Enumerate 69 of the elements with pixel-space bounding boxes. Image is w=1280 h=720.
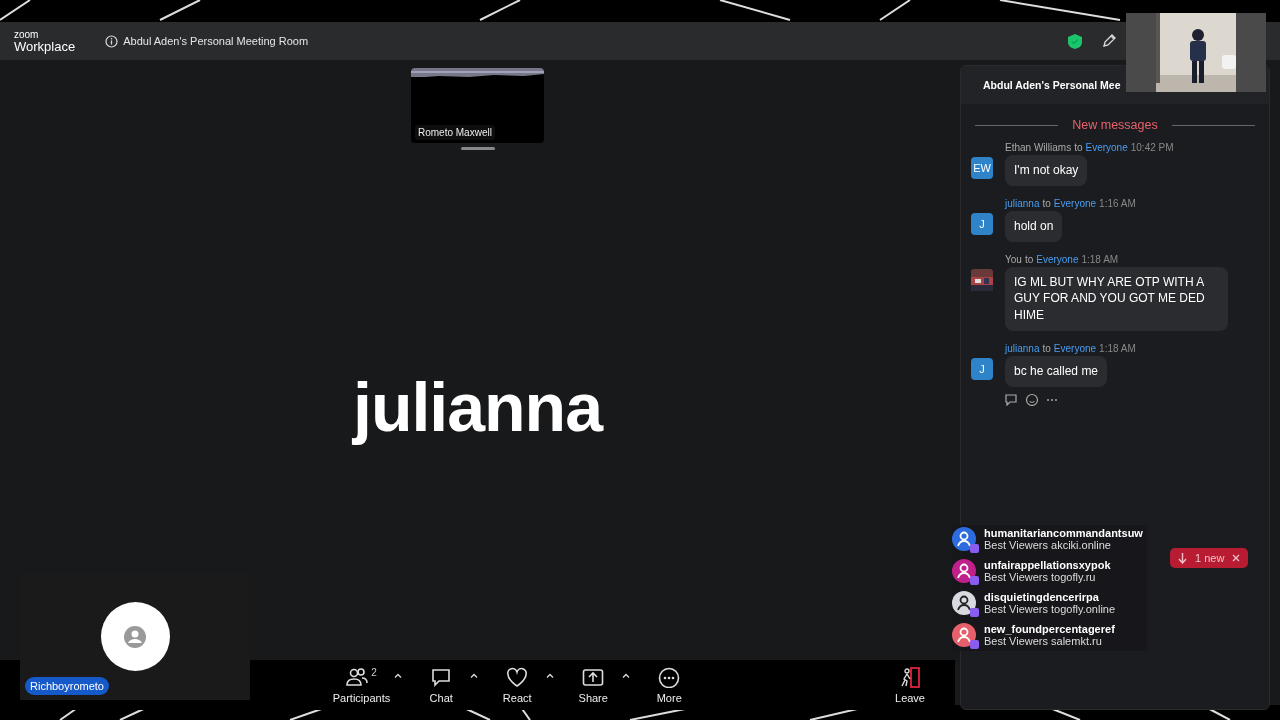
message-bubble: hold on	[1005, 210, 1063, 242]
caret-icon[interactable]	[622, 672, 631, 678]
people-icon	[346, 666, 369, 688]
close-icon	[1232, 554, 1241, 562]
wallpaper-line	[159, 0, 201, 21]
message-meta: to	[1074, 142, 1083, 153]
message-time: 1:18 AM	[1081, 253, 1119, 265]
drag-handle[interactable]	[460, 147, 495, 150]
shield-icon[interactable]	[1068, 33, 1082, 49]
new-messages-divider: New messages	[1072, 118, 1158, 132]
more-button[interactable]: More	[644, 666, 695, 704]
sender-name: julianna	[1005, 343, 1040, 354]
sender-name: You	[1005, 253, 1022, 265]
reply-icon[interactable]	[1005, 392, 1019, 406]
wallpaper-line	[0, 0, 31, 21]
logo-text: Workplace	[14, 39, 76, 53]
wallpaper-line	[479, 0, 521, 21]
message-bubble: IG ML BUT WHY ARE OTP WITH A GUY FOR AND YOU GOT ME DED HIME	[1005, 266, 1228, 331]
down-arrow-icon	[1178, 552, 1187, 564]
recipient-link[interactable]: Everyone	[1085, 142, 1128, 153]
logo-text: zoom	[14, 29, 40, 40]
leave-button[interactable]: Leave	[895, 666, 925, 704]
emoji-icon[interactable]	[1025, 392, 1039, 406]
share-button[interactable]: Share	[568, 666, 619, 704]
new-message-toast[interactable]: 1 new	[1170, 548, 1249, 568]
notification-name: new_foundpercentageref	[984, 623, 1116, 635]
sender-name: Ethan Williams	[1005, 142, 1072, 153]
participant-name: Rometo Maxwell	[415, 125, 495, 140]
message-meta: to	[1042, 197, 1051, 209]
recipient-link[interactable]: Everyone	[1053, 343, 1097, 354]
react-button[interactable]: React	[492, 666, 543, 704]
caret-icon[interactable]	[546, 672, 555, 678]
speaker-name: julianna	[353, 368, 602, 446]
wallpaper-line	[719, 0, 791, 21]
notification-name: unfairappellationsxypok	[984, 559, 1112, 571]
caret-icon[interactable]	[394, 672, 403, 678]
notification-text: Best Viewers togofly.online	[984, 603, 1117, 615]
pencil-icon[interactable]	[1102, 34, 1116, 48]
message-time: 1:18 AM	[1099, 343, 1136, 354]
upload-icon	[582, 666, 605, 688]
more-icon	[658, 666, 681, 688]
message-meta: to	[1042, 343, 1051, 354]
recipient-link[interactable]: Everyone	[1036, 253, 1079, 265]
user-avatar: EW	[971, 157, 993, 179]
user-avatar: J	[971, 358, 993, 380]
message-bubble: I'm not okay	[1005, 155, 1088, 186]
window-title: Abdul Aden's Personal Meeting Room	[123, 35, 309, 47]
wallpaper-line	[879, 0, 911, 21]
info-icon[interactable]	[105, 34, 119, 48]
caret-icon[interactable]	[470, 672, 479, 678]
notification-text: Best Viewers togofly.ru	[984, 571, 1097, 583]
notification-name: humanitariancommandantsuw	[984, 527, 1143, 539]
notification-text: Best Viewers akciki.online	[984, 539, 1112, 551]
participant-name: Richboyrometo	[25, 677, 109, 695]
message-meta: to	[1024, 253, 1034, 265]
sender-name: julianna	[1005, 197, 1040, 209]
notification-name: disquietingdencerirpa	[984, 591, 1100, 603]
message-time: 10:42 PM	[1130, 142, 1174, 153]
chat-button[interactable]: Chat	[416, 666, 467, 704]
notification-text: Best Viewers salemkt.ru	[984, 635, 1103, 647]
heart-icon	[506, 666, 529, 688]
user-avatar: J	[971, 212, 993, 235]
recipient-link[interactable]: Everyone	[1053, 197, 1097, 209]
speech-bubble-icon	[430, 666, 453, 688]
exit-door-icon	[899, 666, 921, 688]
message-bubble: bc he called me	[1005, 356, 1108, 387]
message-time: 1:16 AM	[1099, 197, 1136, 209]
participants-button[interactable]: 2 Participants	[332, 666, 391, 704]
participant-count: 2	[371, 666, 377, 678]
